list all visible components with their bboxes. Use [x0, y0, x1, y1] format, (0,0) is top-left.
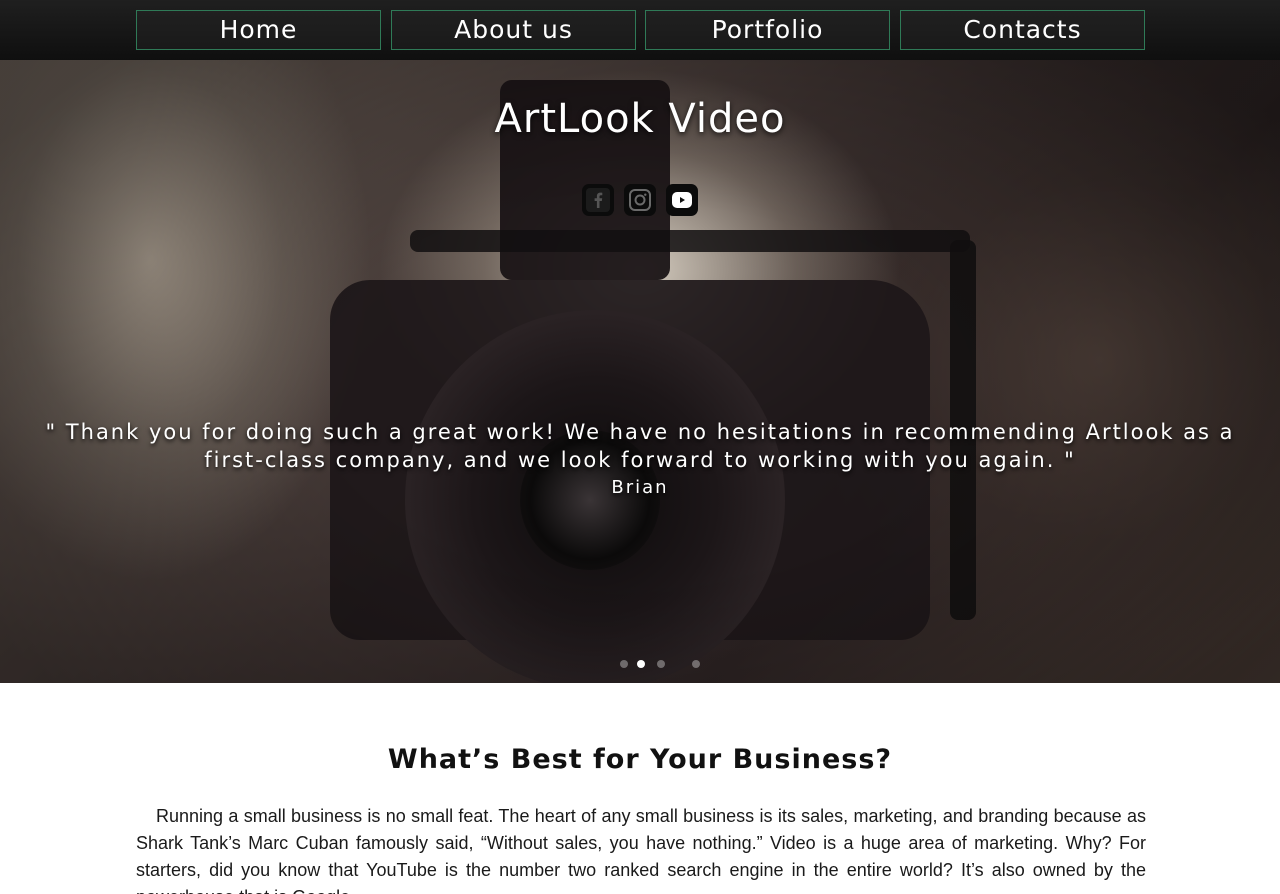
hero-vignette: [0, 60, 1280, 683]
hero-banner: [0, 60, 1280, 683]
instagram-icon[interactable]: [624, 184, 656, 216]
nav-about-link[interactable]: About us: [391, 10, 636, 50]
slider-dot-1[interactable]: [620, 660, 628, 668]
section-heading: What’s Best for Your Business?: [387, 744, 893, 775]
slider-dot-2[interactable]: [637, 660, 645, 668]
youtube-icon[interactable]: [666, 184, 698, 216]
testimonial-quote: " Thank you for doing such a great work!…: [45, 420, 1235, 472]
nav-home-link[interactable]: Home: [136, 10, 381, 50]
youtube-glyph: [672, 192, 692, 208]
facebook-glyph: [586, 188, 610, 212]
facebook-icon[interactable]: [582, 184, 614, 216]
site-title: ArtLook Video: [494, 96, 786, 142]
section-paragraph: Running a small business is no small fea…: [136, 806, 1146, 894]
slider-dot-3[interactable]: [657, 660, 665, 668]
top-navigation: Home About us Portfolio Contacts: [0, 0, 1280, 60]
slider-dot-4[interactable]: [692, 660, 700, 668]
nav-contacts-link[interactable]: Contacts: [900, 10, 1145, 50]
nav-portfolio-link[interactable]: Portfolio: [645, 10, 890, 50]
instagram-glyph: [629, 189, 651, 211]
testimonial-author: Brian: [611, 477, 669, 498]
slider-pagination: [620, 660, 700, 670]
